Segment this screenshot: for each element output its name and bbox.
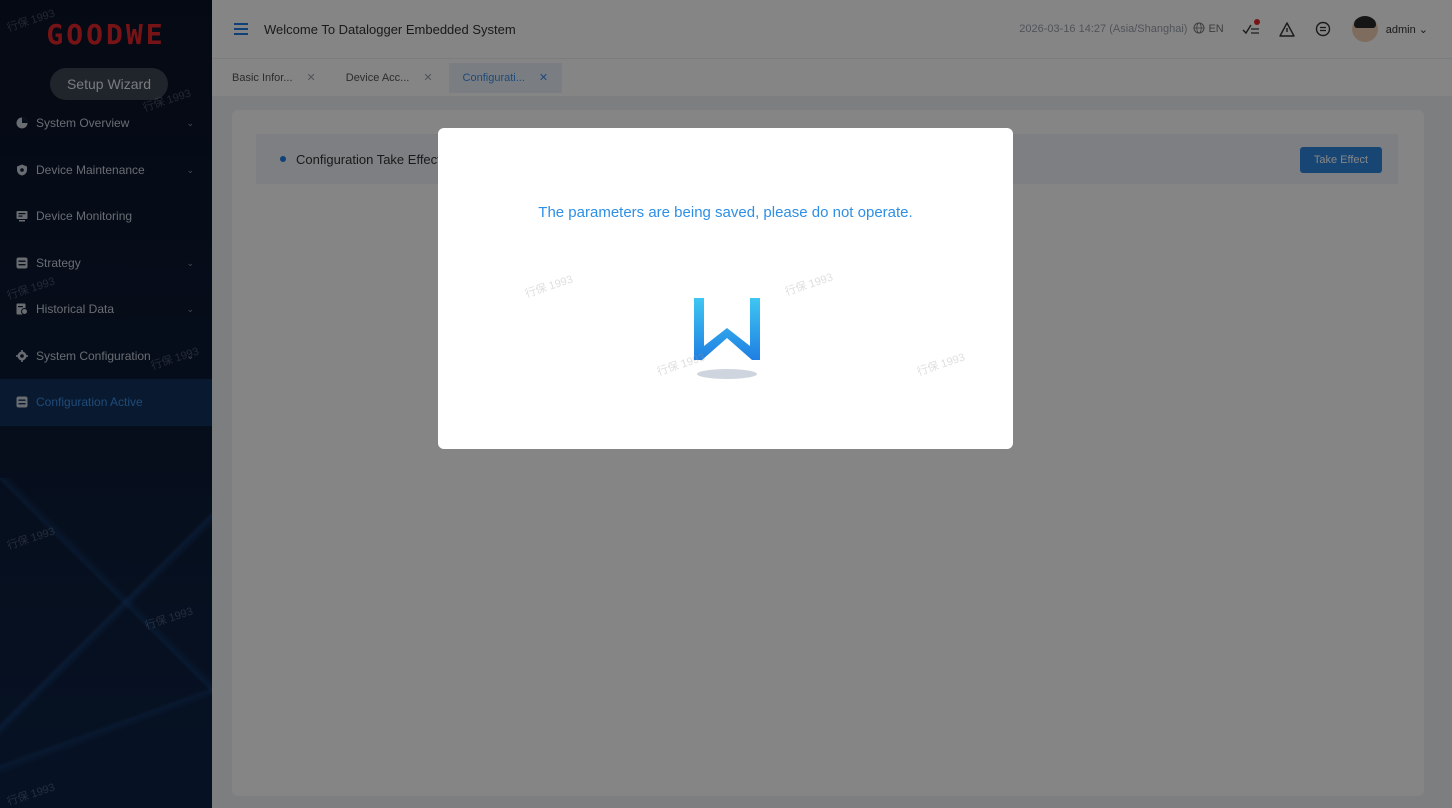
saving-message: The parameters are being saved, please d… bbox=[538, 204, 913, 221]
watermark-text: 行保 1993 bbox=[143, 605, 195, 633]
watermark-text: 行保 1993 bbox=[5, 781, 57, 808]
watermark-text: 行保 1993 bbox=[523, 273, 575, 301]
loading-logo-icon bbox=[692, 294, 762, 384]
watermark-text: 行保 1993 bbox=[5, 525, 57, 553]
watermark-text: 行保 1993 bbox=[5, 7, 57, 35]
watermark-text: 行保 1993 bbox=[915, 351, 967, 379]
saving-dialog: The parameters are being saved, please d… bbox=[438, 128, 1013, 449]
watermark-text: 行保 1993 bbox=[5, 275, 57, 303]
watermark-text: 行保 1993 bbox=[141, 87, 193, 115]
watermark-text: 行保 1993 bbox=[149, 345, 201, 373]
watermark-text: 行保 1993 bbox=[783, 271, 835, 299]
